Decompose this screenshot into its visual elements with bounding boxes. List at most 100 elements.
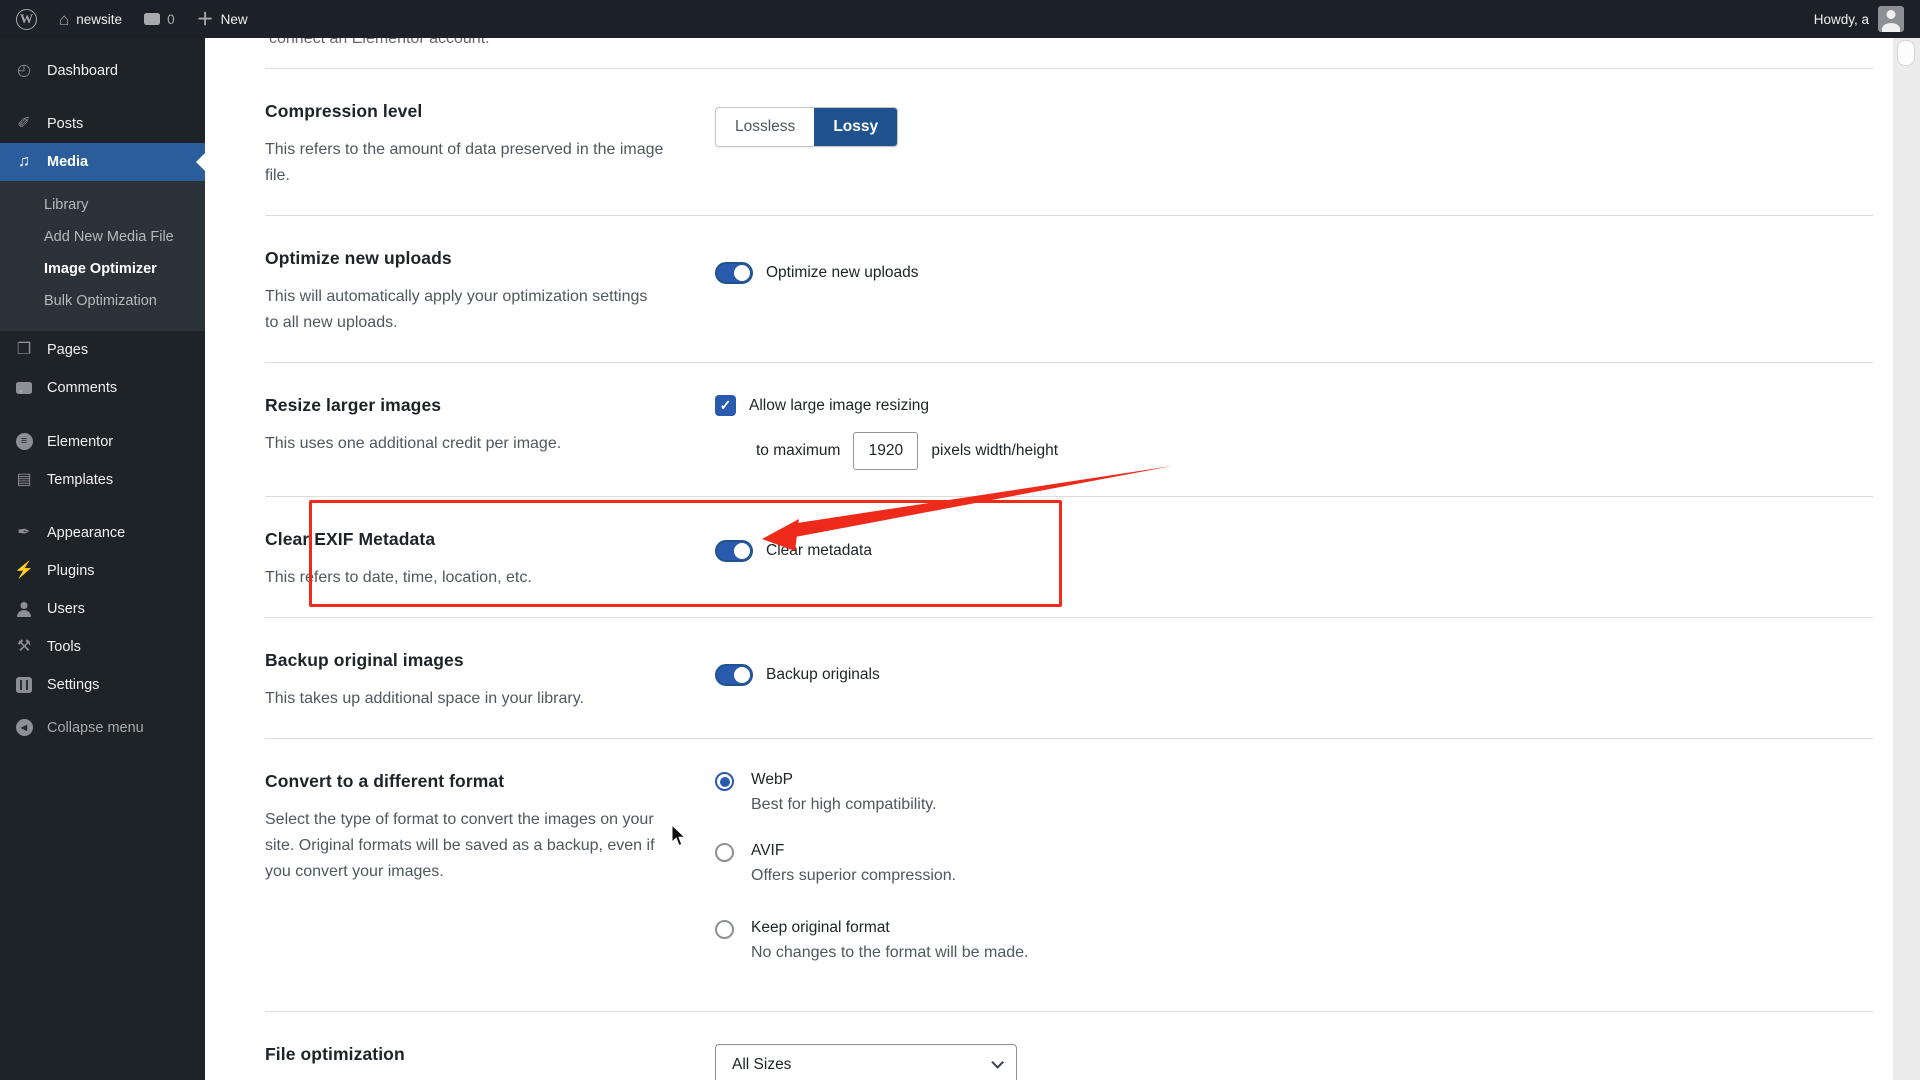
collapse-arrow-icon: ◀ [14, 719, 34, 736]
webp-radio[interactable] [715, 772, 734, 791]
submenu-item-library[interactable]: Library [0, 189, 205, 221]
sidebar-item-comments[interactable]: Comments [0, 369, 205, 407]
pages-icon: ❐ [14, 342, 34, 358]
max-size-prefix: to maximum [756, 442, 840, 460]
sidebar-item-media[interactable]: ♫ Media [0, 143, 205, 181]
sidebar-label: Settings [47, 677, 99, 693]
scrollbar-thumb[interactable] [1897, 40, 1915, 66]
sidebar-item-tools[interactable]: ⚒ Tools [0, 628, 205, 666]
admin-bar: W ⌂ newsite 0 ＋ New Howdy, a [0, 0, 1920, 38]
backup-originals-toggle[interactable] [715, 664, 753, 686]
section-compression-level: Compression level This refers to the amo… [265, 68, 1873, 215]
comment-count: 0 [167, 12, 175, 27]
clear-metadata-toggle[interactable] [715, 540, 753, 562]
radio-label: WebP [751, 771, 937, 789]
plus-icon: ＋ [197, 11, 214, 28]
section-resize-larger-images: Resize larger images This uses one addit… [265, 362, 1873, 496]
lossless-button[interactable]: Lossless [716, 108, 814, 146]
sidebar-item-dashboard[interactable]: ◴ Dashboard [0, 52, 205, 90]
section-clear-exif-metadata: Clear EXIF Metadata This refers to date,… [265, 496, 1873, 617]
howdy-greeting[interactable]: Howdy, a [1814, 12, 1869, 27]
max-size-suffix: pixels width/height [931, 442, 1058, 460]
media-submenu: Library Add New Media File Image Optimiz… [0, 181, 205, 331]
section-description: This refers to the amount of data preser… [265, 137, 665, 189]
allow-large-image-resizing-checkbox[interactable]: ✓ [715, 395, 736, 416]
wordpress-logo-icon[interactable]: W [16, 9, 37, 30]
sidebar-label: Tools [47, 639, 81, 655]
keep-original-radio[interactable] [715, 920, 734, 939]
radio-description: Best for high compatibility. [751, 796, 937, 814]
radio-option-webp[interactable]: WebP Best for high compatibility. [715, 771, 1873, 814]
radio-label: AVIF [751, 842, 956, 860]
section-description: Select the type of format to convert the… [265, 807, 665, 885]
tools-icon: ⚒ [14, 639, 34, 655]
sidebar-label: Comments [47, 380, 117, 396]
scrollbar-track[interactable] [1893, 38, 1920, 1080]
radio-description: No changes to the format will be made. [751, 944, 1028, 962]
radio-label: Keep original format [751, 919, 1028, 937]
site-name: newsite [76, 12, 122, 27]
lossy-button[interactable]: Lossy [814, 108, 897, 146]
new-label: New [221, 12, 248, 27]
avif-radio[interactable] [715, 843, 734, 862]
partial-intro-text: connect an Elementor account. [269, 38, 490, 48]
submenu-item-add-new-media-file[interactable]: Add New Media File [0, 221, 205, 253]
sidebar-label: Dashboard [47, 63, 118, 79]
radio-option-keep-original[interactable]: Keep original format No changes to the f… [715, 919, 1873, 962]
selected-size-value: All Sizes [732, 1056, 791, 1074]
sidebar-label: Posts [47, 116, 83, 132]
sidebar-label: Users [47, 601, 85, 617]
section-title: Convert to a different format [265, 771, 715, 792]
new-content-menu[interactable]: ＋ New [197, 11, 248, 28]
section-title: Optimize new uploads [265, 248, 715, 269]
sidebar-item-appearance[interactable]: ✒ Appearance [0, 514, 205, 552]
sidebar-item-posts[interactable]: ✐ Posts [0, 105, 205, 143]
sidebar-item-elementor[interactable]: ≡ Elementor [0, 422, 205, 461]
sidebar-item-collapse-menu[interactable]: ◀ Collapse menu [0, 708, 205, 747]
sidebar-item-templates[interactable]: ▤ Templates [0, 461, 205, 499]
section-optimize-new-uploads: Optimize new uploads This will automatic… [265, 215, 1873, 362]
section-title: Resize larger images [265, 395, 715, 416]
compression-segmented-control: Lossless Lossy [715, 107, 898, 147]
settings-page: connect an Elementor account. Compressio… [205, 38, 1920, 1080]
section-title: Clear EXIF Metadata [265, 529, 715, 550]
toggle-label: Optimize new uploads [766, 264, 919, 282]
toggle-label: Backup originals [766, 666, 880, 684]
section-description: This uses one additional credit per imag… [265, 431, 665, 457]
sidebar-item-settings[interactable]: Settings [0, 666, 205, 704]
sidebar-label: Templates [47, 472, 113, 488]
clipped-intro-text-strip: connect an Elementor account. [265, 38, 1873, 68]
sidebar-label: Collapse menu [47, 720, 144, 736]
sidebar-label: Media [47, 154, 88, 170]
optimize-new-uploads-toggle[interactable] [715, 262, 753, 284]
sidebar-item-users[interactable]: Users [0, 590, 205, 628]
admin-sidebar: ◴ Dashboard ✐ Posts ♫ Media Library Add … [0, 38, 205, 1080]
section-title: Backup original images [265, 650, 715, 671]
sidebar-item-plugins[interactable]: ⚡ Plugins [0, 552, 205, 590]
radio-option-avif[interactable]: AVIF Offers superior compression. [715, 842, 1873, 885]
radio-description: Offers superior compression. [751, 867, 956, 885]
user-avatar[interactable] [1878, 6, 1904, 32]
dashboard-icon: ◴ [14, 63, 34, 79]
section-file-optimization: File optimization In addition to your or… [265, 1011, 1873, 1080]
max-pixels-input[interactable] [853, 432, 918, 470]
comments-icon [14, 382, 34, 394]
checkbox-label: Allow large image resizing [749, 397, 929, 415]
section-title: File optimization [265, 1044, 715, 1065]
site-name-menu[interactable]: ⌂ newsite [59, 11, 122, 28]
media-icon: ♫ [14, 154, 34, 170]
comment-bubble-icon [144, 13, 160, 25]
comments-admin-bar[interactable]: 0 [144, 12, 175, 27]
sidebar-label: Elementor [47, 434, 113, 450]
submenu-item-image-optimizer[interactable]: Image Optimizer [0, 253, 205, 285]
submenu-item-bulk-optimization[interactable]: Bulk Optimization [0, 285, 205, 317]
sidebar-label: Plugins [47, 563, 95, 579]
section-title: Compression level [265, 101, 715, 122]
appearance-brush-icon: ✒ [14, 525, 34, 541]
sizes-select[interactable]: All Sizes [715, 1044, 1017, 1080]
section-description: This takes up additional space in your l… [265, 686, 665, 712]
toggle-label: Clear metadata [766, 542, 872, 560]
chevron-down-icon [991, 1056, 1004, 1069]
templates-folder-icon: ▤ [14, 472, 34, 488]
sidebar-item-pages[interactable]: ❐ Pages [0, 331, 205, 369]
